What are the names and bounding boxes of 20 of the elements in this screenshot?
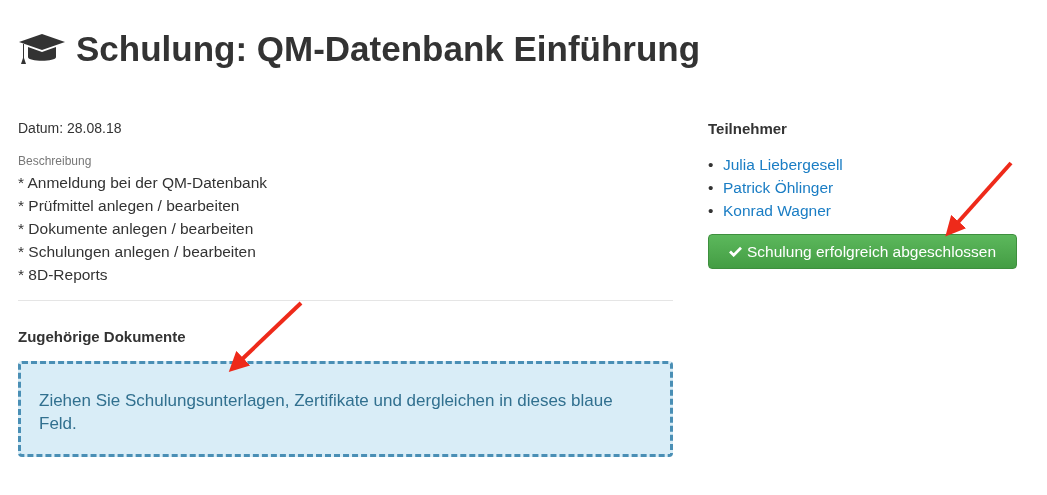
participant-link[interactable]: Konrad Wagner	[723, 199, 831, 222]
description-line: * Dokumente anlegen / bearbeiten	[18, 219, 255, 239]
date-text: Datum: 28.08.18	[18, 119, 123, 137]
participant-link[interactable]: Patrick Öhlinger	[723, 176, 834, 199]
graduation-cap-icon	[18, 32, 66, 66]
documents-heading: Zugehörige Dokumente	[18, 327, 187, 347]
list-bullet: •	[708, 178, 715, 198]
participants-heading: Teilnehmer	[708, 119, 788, 139]
page-title: Schulung: QM-Datenbank Einführung	[76, 29, 701, 69]
participant-link[interactable]: Julia Liebergesell	[723, 153, 843, 176]
list-bullet: •	[708, 155, 715, 175]
document-dropzone[interactable]: Ziehen Sie Schulungsunterlagen, Zertifikate und dergleichen in dieses blaue Feld.	[18, 361, 673, 457]
list-bullet: •	[708, 201, 715, 221]
description-line: * Schulungen anlegen / bearbeiten	[18, 242, 257, 262]
description-line: * 8D-Reports	[18, 265, 109, 285]
description-line: * Anmeldung bei der QM-Datenbank	[18, 173, 268, 193]
description-label: Beschreibung	[18, 153, 93, 169]
description-line: * Prüfmittel anlegen / bearbeiten	[18, 196, 241, 216]
complete-button[interactable]: Schulung erfolgreich abgeschlossen	[708, 234, 1017, 269]
check-icon	[729, 246, 742, 257]
